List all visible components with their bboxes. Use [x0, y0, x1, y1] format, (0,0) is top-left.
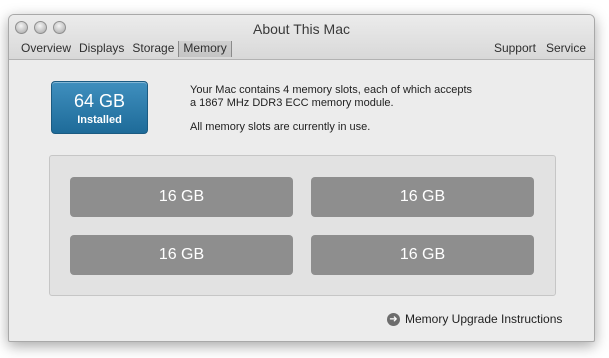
memory-info-text: Your Mac contains 4 memory slots, each o… [190, 84, 520, 134]
window-title: About This Mac [252, 21, 350, 37]
right-tab-bar: Support Service [494, 41, 586, 55]
info-line-module: a 1867 MHz DDR3 ECC memory module. [190, 97, 394, 109]
memory-upgrade-label: Memory Upgrade Instructions [405, 312, 563, 326]
memory-installed-badge: 64 GB Installed [51, 81, 148, 134]
tab-storage[interactable]: Storage [128, 41, 178, 57]
memory-slots-panel: 16 GB 16 GB 16 GB 16 GB [49, 155, 556, 296]
info-line-slots: Your Mac contains 4 memory slots, each o… [190, 84, 473, 96]
tab-support[interactable]: Support [494, 41, 536, 55]
memory-slot-4: 16 GB [311, 235, 534, 275]
memory-slot-2: 16 GB [311, 177, 534, 217]
installed-memory-amount: 64 GB [73, 91, 126, 111]
title-bar: About This Mac Overview Displays Storage… [9, 15, 594, 60]
memory-slot-1: 16 GB [70, 177, 293, 217]
memory-upgrade-instructions-link[interactable]: ➜ Memory Upgrade Instructions [387, 312, 562, 326]
info-line-status: All memory slots are currently in use. [190, 121, 371, 133]
arrow-right-icon: ➜ [387, 312, 400, 326]
tab-service[interactable]: Service [546, 41, 586, 55]
memory-slot-3: 16 GB [70, 235, 293, 275]
tab-bar: Overview Displays Storage Memory [17, 41, 232, 57]
installed-label: Installed [77, 114, 122, 126]
tab-memory[interactable]: Memory [178, 41, 232, 57]
tab-displays[interactable]: Displays [75, 41, 128, 57]
tab-overview[interactable]: Overview [17, 41, 75, 57]
about-this-mac-window: About This Mac Overview Displays Storage… [8, 14, 595, 342]
